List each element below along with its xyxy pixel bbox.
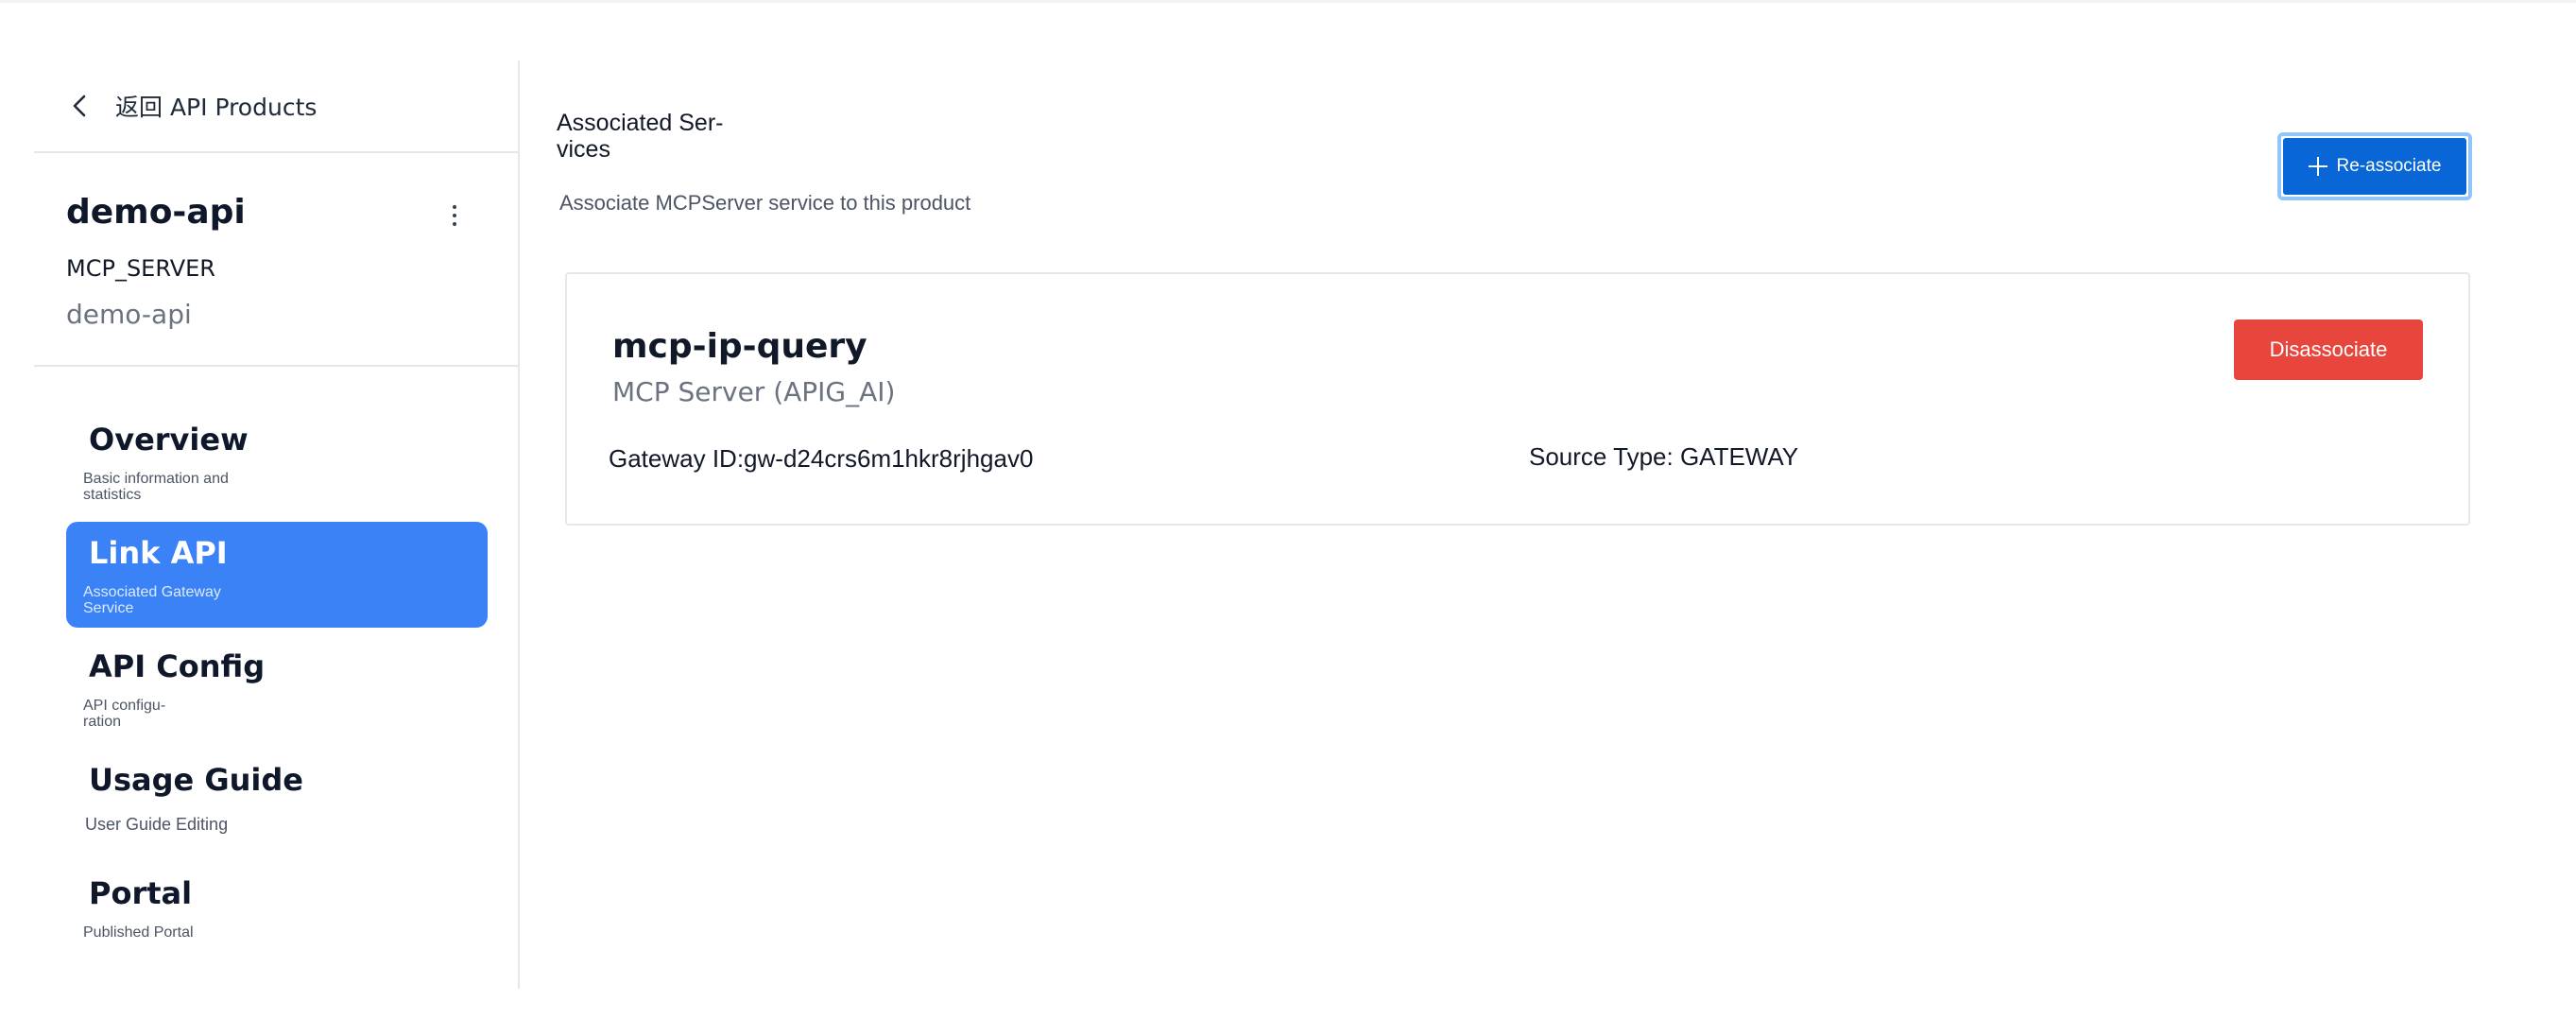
product-type: MCP_SERVER (66, 255, 215, 282)
chevron-left-icon (73, 95, 86, 117)
back-to-products-link[interactable]: 返回 API Products (66, 78, 317, 134)
nav-item-title: Overview (89, 422, 249, 458)
nav-item-desc: Published Portal (83, 924, 194, 941)
nav-item-api-config[interactable]: API Config API configu-ration (66, 635, 488, 741)
sidebar-divider (34, 151, 520, 153)
re-associate-button[interactable]: Re-associate (2277, 132, 2472, 200)
nav-item-link-api[interactable]: Link API Associated Gateway Service (66, 522, 488, 628)
product-name: demo-api (66, 193, 246, 232)
nav-item-overview[interactable]: Overview Basic information and statistic… (66, 408, 488, 514)
nav-item-title: Link API (89, 535, 228, 571)
service-card: mcp-ip-query MCP Server (APIG_AI) Disass… (565, 272, 2470, 526)
nav-item-title: Portal (89, 875, 193, 911)
nav-item-desc: API configu-ration (83, 698, 166, 730)
source-type: Source Type: GATEWAY (1529, 442, 1799, 471)
more-options-icon[interactable] (440, 199, 469, 233)
nav-item-portal[interactable]: Portal Published Portal (66, 862, 488, 968)
back-label: 返回 API Products (115, 94, 318, 121)
nav-item-desc: Associated Gateway Service (83, 584, 221, 616)
nav-item-desc: Basic information and statistics (83, 471, 229, 503)
service-type: MCP Server (APIG_AI) (612, 376, 896, 407)
nav-item-desc: User Guide Editing (85, 815, 229, 834)
re-associate-label: Re-associate (2336, 156, 2442, 176)
section-title: Associated Ser-vices (557, 110, 724, 163)
service-name: mcp-ip-query (612, 327, 867, 366)
section-description: Associate MCPServer service to this prod… (559, 191, 971, 215)
gateway-id: Gateway ID:gw-d24crs6m1hkr8rjhgav0 (609, 444, 1034, 473)
sidebar: 返回 API Products demo-api MCP_SERVER demo… (34, 60, 520, 989)
disassociate-button[interactable]: Disassociate (2234, 320, 2423, 380)
nav-item-usage-guide[interactable]: Usage Guide User Guide Editing (66, 749, 488, 855)
nav-item-title: Usage Guide (89, 762, 303, 798)
top-border (0, 0, 2576, 3)
product-subtitle: demo-api (66, 299, 192, 330)
plus-icon (2308, 157, 2327, 176)
sidebar-divider (34, 365, 520, 367)
nav-item-title: API Config (89, 648, 266, 684)
